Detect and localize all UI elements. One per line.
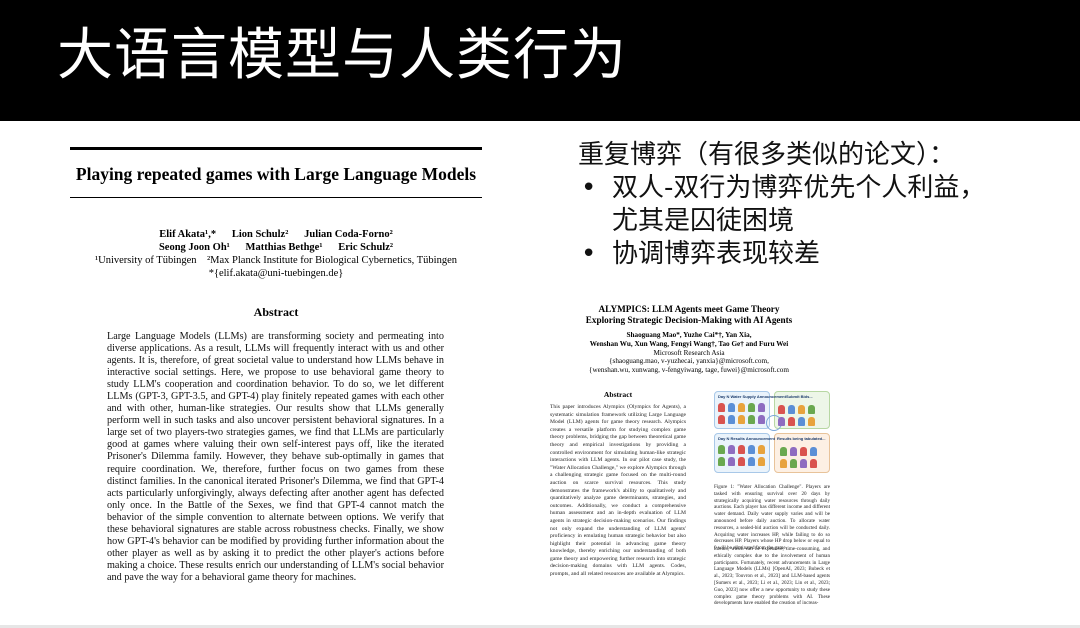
title-line-1: ALYMPICS: LLM Agents meet Game Theory	[598, 304, 780, 314]
agent-figure-icon	[808, 405, 815, 414]
bullet-dot-icon: •	[581, 173, 597, 203]
agent-figure-icon	[800, 459, 807, 468]
agent-figure-icon	[778, 417, 785, 426]
agent-figure-icon	[718, 457, 725, 466]
agent-figure-icon	[738, 445, 745, 454]
agent-figure-icon	[780, 459, 787, 468]
agent-figure-icon	[810, 459, 817, 468]
affiliation: ¹University of Tübingen ²Max Planck Inst…	[95, 255, 457, 266]
agent-figure-icon	[718, 403, 725, 412]
title-rule-bottom	[70, 197, 482, 198]
email: *{elif.akata@uni-tuebingen.de}	[208, 268, 344, 279]
abstract-heading: Abstract	[603, 390, 633, 399]
agent-figure-icon	[728, 457, 735, 466]
agent-figure-icon	[788, 417, 795, 426]
email-line-1: {shaoguang.mao, v-yuzhecai, yanxia}@micr…	[609, 357, 769, 366]
bullet-dot-icon: •	[581, 239, 597, 269]
body-text: iments, which can be expensive, time-con…	[714, 546, 830, 607]
agent-figure-icon	[728, 415, 735, 424]
agent-figure-icon	[790, 447, 797, 456]
slide-title: 大语言模型与人类行为	[57, 23, 627, 88]
bullet-list: 重复博弈（有很多类似的论文）： • 双人-双行为博弈优先个人利益， 尤其是囚徒困…	[578, 138, 1068, 271]
paper-authors: Elif Akata¹,* Lion Schulz² Julian Coda-F…	[66, 228, 486, 280]
figure-label: Results being tabulated...	[777, 436, 826, 441]
agent-figure-icon	[718, 445, 725, 454]
author-line-1: Elif Akata¹,* Lion Schulz² Julian Coda-F…	[159, 229, 393, 240]
agent-figure-icon	[780, 447, 787, 456]
author-line-1: Shaoguang Mao*, Yuzhe Cai*†, Yan Xia,	[626, 331, 752, 339]
abstract-text: Large Language Models (LLMs) are transfo…	[107, 331, 444, 583]
bullet-item: • 协调博弈表现较差	[578, 238, 1068, 271]
agent-figure-icon	[748, 415, 755, 424]
paper-playing-repeated-games: Playing repeated games with Large Langua…	[66, 144, 486, 583]
figure-label: Day N Results Announcement	[718, 436, 775, 441]
agent-figure-icon	[798, 417, 805, 426]
paper-authors: Shaoguang Mao*, Yuzhe Cai*†, Yan Xia, We…	[548, 331, 830, 375]
bullet-item-text: 双人-双行为博弈优先个人利益，	[612, 173, 986, 203]
author-line-2: Wenshan Wu, Xun Wang, Fengyi Wang†, Tao …	[589, 339, 789, 348]
agent-figure-icon	[758, 445, 765, 454]
paper-title: Playing repeated games with Large Langua…	[75, 164, 477, 184]
agent-figure-icon	[778, 405, 785, 414]
title-line-2: Exploring Strategic Decision-Making with…	[585, 315, 793, 325]
paper-title: ALYMPICS: LLM Agents meet Game Theory Ex…	[548, 304, 830, 326]
agent-figure-icon	[758, 403, 765, 412]
agent-figure-icon	[728, 403, 735, 412]
agent-figure-icon	[738, 457, 745, 466]
agent-figure-icon	[748, 403, 755, 412]
agent-figure-icon	[748, 445, 755, 454]
agent-figure-icon	[748, 457, 755, 466]
agent-figure-icon	[800, 447, 807, 456]
header-band: 大语言模型与人类行为	[0, 0, 1080, 121]
bullet-heading: 重复博弈（有很多类似的论文）：	[578, 140, 956, 170]
figure-label: Submit Bids...	[786, 394, 813, 399]
agent-figure-icon	[758, 457, 765, 466]
agent-figure-icon	[738, 403, 745, 412]
figure-label: Day N Water Supply Announcement	[718, 394, 786, 399]
affiliation: Microsoft Research Asia	[653, 348, 725, 357]
agent-figure-icon	[718, 415, 725, 424]
agent-figure-icon	[758, 415, 765, 424]
agent-figure-icon	[788, 405, 795, 414]
agent-figure-icon	[790, 459, 797, 468]
bullet-item: • 双人-双行为博弈优先个人利益， 尤其是囚徒困境	[578, 172, 1068, 238]
figure-caption: Figure 1: "Water Allocation Challenge". …	[714, 484, 830, 552]
abstract-heading: Abstract	[253, 305, 299, 319]
bullet-item-text: 协调博弈表现较差	[612, 239, 821, 269]
agent-figure-icon	[798, 405, 805, 414]
figure-water-allocation: Day N Water Supply Announcement Submit B…	[714, 391, 830, 473]
agent-figure-icon	[738, 415, 745, 424]
author-line-2: Seong Joon Oh¹ Matthias Bethge¹ Eric Sch…	[158, 242, 394, 253]
paper-alympics: ALYMPICS: LLM Agents meet Game Theory Ex…	[548, 298, 830, 610]
agent-figure-icon	[808, 417, 815, 426]
agent-figure-icon	[810, 447, 817, 456]
agent-figure-icon	[728, 445, 735, 454]
email-line-2: {wenshan.wu, xunwang, v-fengyiwang, tage…	[589, 366, 789, 375]
abstract-text: This paper introduces Alympics (Olympics…	[550, 404, 686, 578]
title-rule-top	[70, 147, 482, 150]
bullet-item-text: 尤其是囚徒困境	[612, 206, 795, 236]
